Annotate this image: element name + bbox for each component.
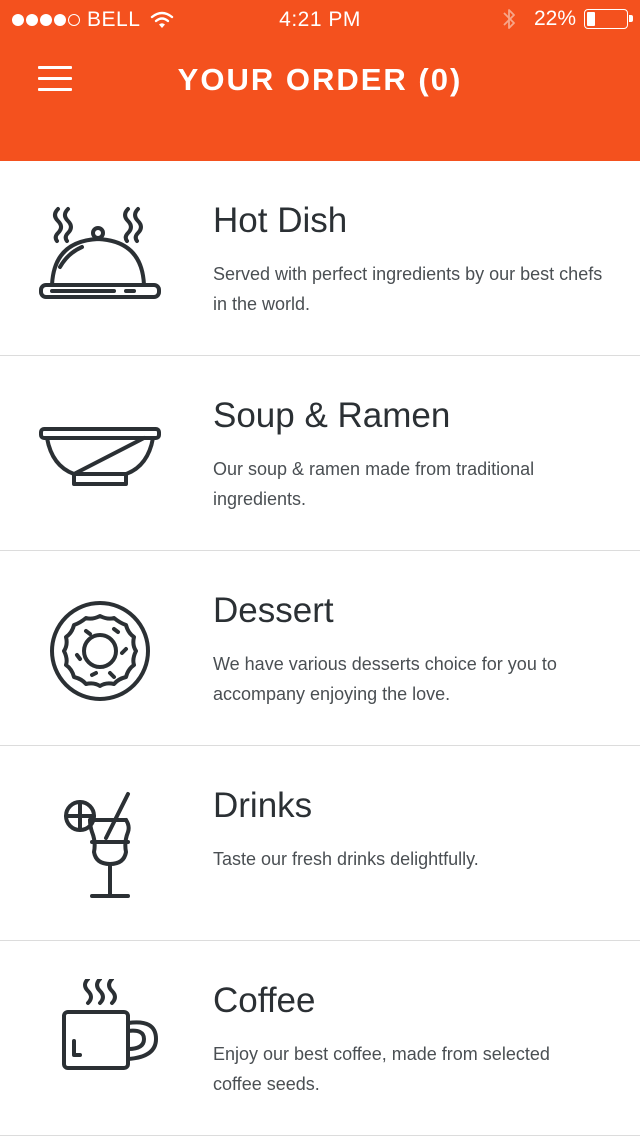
category-item-drinks[interactable]: Drinks Taste our fresh drinks delightful… — [0, 746, 640, 941]
status-bar: BELL 4:21 PM 22% — [0, 0, 640, 40]
category-description: Our soup & ramen made from traditional i… — [213, 459, 535, 509]
battery-icon — [584, 9, 633, 29]
bluetooth-icon — [503, 9, 515, 29]
category-item-coffee[interactable]: Coffee Enjoy our best coffee, made from … — [0, 941, 640, 1136]
battery-tip — [629, 15, 633, 22]
category-item-soup-ramen[interactable]: Soup & Ramen Our soup & ramen made from … — [0, 356, 640, 551]
battery-fill — [587, 12, 595, 26]
category-list: Hot Dish Served with perfect ingredients… — [0, 161, 640, 1136]
category-item-dessert[interactable]: Dessert We have various desserts choice … — [0, 551, 640, 746]
category-title: Dessert — [213, 591, 334, 630]
bowl-icon — [39, 427, 161, 486]
category-title: Drinks — [213, 786, 313, 825]
category-description: Enjoy our best coffee, made from selecte… — [213, 1044, 550, 1094]
category-title: Hot Dish — [213, 201, 348, 240]
app-header: BELL 4:21 PM 22% YOUR ORDER (0) — [0, 0, 640, 161]
category-description: Served with perfect ingredients by our b… — [213, 264, 603, 314]
category-description: Taste our fresh drinks delightfully. — [213, 849, 479, 869]
battery-percentage: 22% — [533, 7, 576, 30]
cocktail-icon — [64, 792, 131, 898]
category-item-hot-dish[interactable]: Hot Dish Served with perfect ingredients… — [0, 161, 640, 356]
page-title: YOUR ORDER (0) — [177, 62, 463, 97]
category-description: We have various desserts choice for you … — [213, 654, 557, 704]
donut-icon — [50, 601, 150, 701]
cloche-icon — [39, 207, 161, 299]
status-right: 22% — [502, 7, 633, 31]
coffee-cup-icon — [62, 979, 158, 1070]
category-title: Soup & Ramen — [213, 396, 451, 435]
category-title: Coffee — [213, 981, 316, 1020]
